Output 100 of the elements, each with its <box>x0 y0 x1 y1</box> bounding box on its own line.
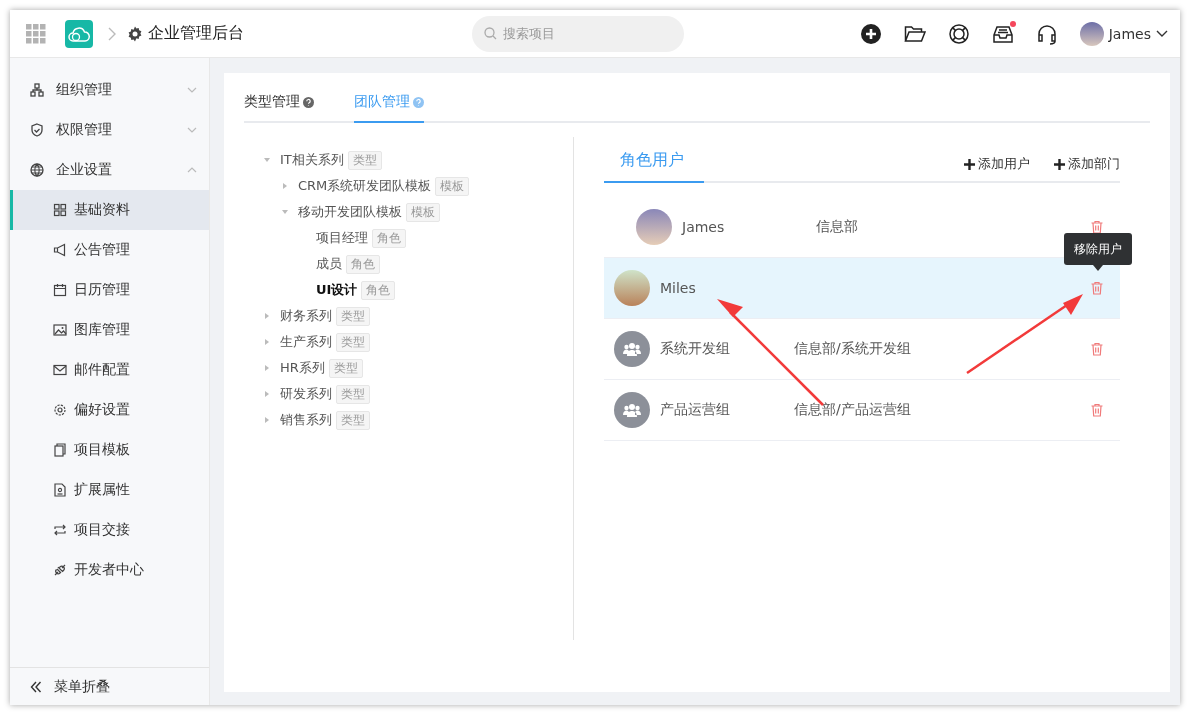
member-row[interactable]: 产品运营组 信息部/产品运营组 <box>604 380 1120 441</box>
tree-tag: 角色 <box>372 228 406 248</box>
page-title: 企业管理后台 <box>148 23 244 44</box>
member-department: 信息部/系统开发组 <box>794 340 911 358</box>
sidebar-item[interactable]: 项目交接 <box>10 510 209 550</box>
avatar <box>1079 21 1104 46</box>
globe-icon <box>30 163 44 177</box>
tree-item[interactable]: CRM系统研发团队模板 <box>298 177 432 195</box>
tooltip: 移除用户 <box>1064 233 1132 265</box>
app-grid-icon[interactable] <box>25 22 47 45</box>
sitemap-icon <box>30 83 44 97</box>
sidebar-group[interactable]: 权限管理 <box>10 110 209 150</box>
tree-tag: 类型 <box>328 358 363 378</box>
sidebar-item[interactable]: 基础资料 <box>10 190 209 230</box>
sidebar-group-label: 企业设置 <box>56 161 112 179</box>
tree-tag: 类型 <box>336 410 370 430</box>
avatar <box>614 270 650 306</box>
caret-right-icon[interactable] <box>264 365 270 371</box>
tooltip-arrow <box>1093 265 1103 271</box>
member-row[interactable]: 系统开发组 信息部/系统开发组 <box>604 319 1120 380</box>
sidebar-item-label: 项目交接 <box>74 521 130 539</box>
add-button[interactable]: 添加用户 <box>964 155 1030 173</box>
tree-item[interactable]: UI设计 <box>316 281 358 299</box>
mail-icon <box>53 363 67 377</box>
document-icon <box>53 483 67 497</box>
sidebar-item[interactable]: 公告管理 <box>10 230 209 270</box>
sidebar-item[interactable]: 扩展属性 <box>10 470 209 510</box>
link-icon <box>53 563 67 577</box>
settings-icon <box>53 403 67 417</box>
member-name: 系统开发组 <box>660 340 731 358</box>
sidebar-item-label: 项目模板 <box>74 441 130 459</box>
sidebar-item-label: 扩展属性 <box>74 481 130 499</box>
plus-icon <box>1054 158 1065 170</box>
caret-right-icon[interactable] <box>282 183 288 189</box>
sidebar-item-label: 开发者中心 <box>74 561 144 579</box>
caret-down-icon[interactable] <box>264 157 270 163</box>
shield-icon <box>30 123 44 137</box>
help-icon <box>303 96 314 108</box>
tree-item[interactable]: 财务系列 <box>280 307 332 325</box>
delete-icon[interactable] <box>1090 220 1104 234</box>
sidebar-item[interactable]: 开发者中心 <box>10 550 209 590</box>
calendar-icon <box>53 283 67 297</box>
sidebar-item-label: 公告管理 <box>74 241 130 259</box>
megaphone-icon <box>53 243 67 257</box>
tree-item[interactable]: 项目经理 <box>316 229 368 247</box>
tree-tag: 角色 <box>361 280 396 300</box>
collapse-menu-button[interactable]: 菜单折叠 <box>10 667 209 705</box>
sidebar-group-label: 组织管理 <box>56 81 112 99</box>
tree-item[interactable]: IT相关系列 <box>280 151 344 169</box>
member-name: Miles <box>660 280 697 296</box>
tree-item[interactable]: 生产系列 <box>280 333 332 351</box>
add-icon[interactable] <box>859 22 882 45</box>
caret-right-icon[interactable] <box>264 417 270 423</box>
tree-tag: 类型 <box>347 150 382 170</box>
sidebar-group-label: 权限管理 <box>56 121 112 139</box>
sidebar-item-label: 邮件配置 <box>74 361 130 379</box>
caret-right-icon[interactable] <box>264 313 270 319</box>
tree-tag: 类型 <box>336 306 370 326</box>
help-icon <box>413 96 424 108</box>
caret-right-icon[interactable] <box>264 391 270 397</box>
tree-item[interactable]: 成员 <box>316 255 342 273</box>
search-field[interactable]: 搜索项目 <box>472 15 684 52</box>
member-department: 信息部/产品运营组 <box>794 401 911 419</box>
swap-icon <box>53 523 67 537</box>
member-name: 产品运营组 <box>660 401 731 419</box>
lifebuoy-icon[interactable] <box>947 22 970 45</box>
sidebar-group[interactable]: 组织管理 <box>10 70 209 110</box>
tree-item[interactable]: 销售系列 <box>280 411 332 429</box>
sidebar-item[interactable]: 偏好设置 <box>10 390 209 430</box>
double-chevron-left-icon <box>30 680 42 693</box>
group-avatar <box>614 392 650 428</box>
caret-down-icon[interactable] <box>282 209 288 215</box>
tree-tag: 模板 <box>406 202 440 222</box>
sidebar-item[interactable]: 邮件配置 <box>10 350 209 390</box>
sidebar-item-label: 偏好设置 <box>74 401 130 419</box>
headset-icon[interactable] <box>1035 22 1058 45</box>
tree-item[interactable]: HR系列 <box>280 359 325 377</box>
user-menu[interactable]: James <box>1079 21 1168 46</box>
tab[interactable]: 类型管理 <box>244 93 314 123</box>
tree-tag: 角色 <box>346 254 380 274</box>
inbox-icon[interactable] <box>991 22 1014 45</box>
tree-tag: 类型 <box>336 384 370 404</box>
tree-tag: 模板 <box>435 176 470 196</box>
tree-item[interactable]: 研发系列 <box>280 385 332 403</box>
grid-icon <box>53 203 67 217</box>
member-name: James <box>682 219 726 235</box>
avatar <box>636 209 672 245</box>
sidebar-group[interactable]: 企业设置 <box>10 150 209 190</box>
copy-icon <box>53 443 67 457</box>
sidebar-item[interactable]: 项目模板 <box>10 430 209 470</box>
sidebar-item[interactable]: 日历管理 <box>10 270 209 310</box>
add-button[interactable]: 添加部门 <box>1054 155 1120 173</box>
member-department: 信息部 <box>816 218 858 236</box>
caret-right-icon[interactable] <box>264 339 270 345</box>
sidebar-item[interactable]: 图库管理 <box>10 310 209 350</box>
chevron-down-icon <box>1156 29 1168 38</box>
tree-item[interactable]: 移动开发团队模板 <box>298 203 402 221</box>
sidebar-item-label: 图库管理 <box>74 321 130 339</box>
group-avatar <box>614 331 650 367</box>
cloud-logo-icon[interactable] <box>65 19 93 48</box>
